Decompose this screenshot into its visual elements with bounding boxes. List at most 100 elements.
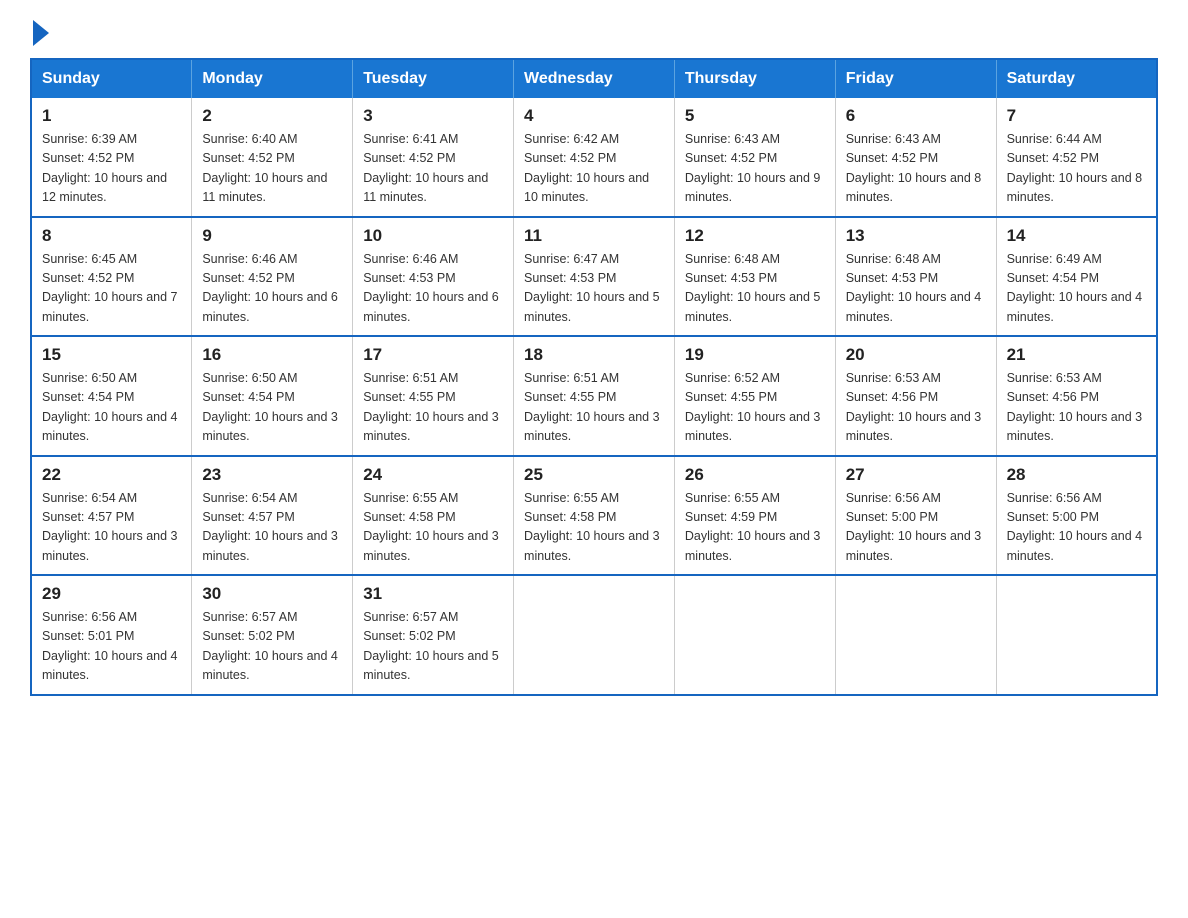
- day-info: Sunrise: 6:52 AMSunset: 4:55 PMDaylight:…: [685, 369, 825, 447]
- header-saturday: Saturday: [996, 59, 1157, 98]
- week-row-3: 15 Sunrise: 6:50 AMSunset: 4:54 PMDayligh…: [31, 336, 1157, 456]
- day-number: 7: [1007, 106, 1146, 126]
- day-number: 25: [524, 465, 664, 485]
- calendar-cell: [835, 575, 996, 695]
- day-number: 19: [685, 345, 825, 365]
- calendar-cell: 2Sunrise: 6:40 AMSunset: 4:52 PMDaylight…: [192, 98, 353, 217]
- calendar-cell: 10 Sunrise: 6:46 AMSunset: 4:53 PMDayligh…: [353, 217, 514, 337]
- day-number: 2: [202, 106, 342, 126]
- header-tuesday: Tuesday: [353, 59, 514, 98]
- day-info: Sunrise: 6:39 AMSunset: 4:52 PMDaylight:…: [42, 130, 181, 208]
- calendar-cell: 3 Sunrise: 6:41 AMSunset: 4:52 PMDaylight…: [353, 98, 514, 217]
- day-number: 29: [42, 584, 181, 604]
- day-number: 30: [202, 584, 342, 604]
- day-info: Sunrise: 6:43 AMSunset: 4:52 PMDaylight:…: [685, 130, 825, 208]
- day-info: Sunrise: 6:46 AMSunset: 4:53 PMDaylight:…: [363, 250, 503, 328]
- calendar-cell: 4 Sunrise: 6:42 AMSunset: 4:52 PMDaylight…: [514, 98, 675, 217]
- day-info: Sunrise: 6:48 AMSunset: 4:53 PMDaylight:…: [846, 250, 986, 328]
- day-info: Sunrise: 6:50 AMSunset: 4:54 PMDaylight:…: [42, 369, 181, 447]
- calendar-cell: 15 Sunrise: 6:50 AMSunset: 4:54 PMDayligh…: [31, 336, 192, 456]
- day-info: Sunrise: 6:54 AMSunset: 4:57 PMDaylight:…: [42, 489, 181, 567]
- calendar-cell: 14 Sunrise: 6:49 AMSunset: 4:54 PMDayligh…: [996, 217, 1157, 337]
- day-info: Sunrise: 6:43 AMSunset: 4:52 PMDaylight:…: [846, 130, 986, 208]
- day-number: 10: [363, 226, 503, 246]
- header-monday: Monday: [192, 59, 353, 98]
- calendar-cell: 19 Sunrise: 6:52 AMSunset: 4:55 PMDayligh…: [674, 336, 835, 456]
- calendar-cell: 11 Sunrise: 6:47 AMSunset: 4:53 PMDayligh…: [514, 217, 675, 337]
- day-number: 18: [524, 345, 664, 365]
- day-info: Sunrise: 6:41 AMSunset: 4:52 PMDaylight:…: [363, 130, 503, 208]
- day-info: Sunrise: 6:53 AMSunset: 4:56 PMDaylight:…: [846, 369, 986, 447]
- calendar-cell: 24 Sunrise: 6:55 AMSunset: 4:58 PMDayligh…: [353, 456, 514, 576]
- calendar-cell: 20 Sunrise: 6:53 AMSunset: 4:56 PMDayligh…: [835, 336, 996, 456]
- page-header: [30, 20, 1158, 42]
- calendar-cell: 9Sunrise: 6:46 AMSunset: 4:52 PMDaylight…: [192, 217, 353, 337]
- day-info: Sunrise: 6:56 AMSunset: 5:01 PMDaylight:…: [42, 608, 181, 686]
- calendar-cell: 1 Sunrise: 6:39 AMSunset: 4:52 PMDaylight…: [31, 98, 192, 217]
- day-info: Sunrise: 6:57 AMSunset: 5:02 PMDaylight:…: [363, 608, 503, 686]
- day-info: Sunrise: 6:56 AMSunset: 5:00 PMDaylight:…: [1007, 489, 1146, 567]
- day-number: 13: [846, 226, 986, 246]
- logo: [30, 20, 49, 42]
- calendar-cell: 28 Sunrise: 6:56 AMSunset: 5:00 PMDayligh…: [996, 456, 1157, 576]
- calendar-cell: 5 Sunrise: 6:43 AMSunset: 4:52 PMDaylight…: [674, 98, 835, 217]
- day-number: 28: [1007, 465, 1146, 485]
- calendar-cell: 12 Sunrise: 6:48 AMSunset: 4:53 PMDayligh…: [674, 217, 835, 337]
- day-info: Sunrise: 6:56 AMSunset: 5:00 PMDaylight:…: [846, 489, 986, 567]
- day-info: Sunrise: 6:55 AMSunset: 4:58 PMDaylight:…: [524, 489, 664, 567]
- day-info: Sunrise: 6:49 AMSunset: 4:54 PMDaylight:…: [1007, 250, 1146, 328]
- day-number: 8: [42, 226, 181, 246]
- day-number: 24: [363, 465, 503, 485]
- calendar-cell: [514, 575, 675, 695]
- calendar-cell: 17Sunrise: 6:51 AMSunset: 4:55 PMDayligh…: [353, 336, 514, 456]
- day-number: 23: [202, 465, 342, 485]
- day-number: 5: [685, 106, 825, 126]
- calendar-cell: 22Sunrise: 6:54 AMSunset: 4:57 PMDayligh…: [31, 456, 192, 576]
- day-number: 21: [1007, 345, 1146, 365]
- day-info: Sunrise: 6:42 AMSunset: 4:52 PMDaylight:…: [524, 130, 664, 208]
- day-info: Sunrise: 6:54 AMSunset: 4:57 PMDaylight:…: [202, 489, 342, 567]
- calendar-cell: 30 Sunrise: 6:57 AMSunset: 5:02 PMDayligh…: [192, 575, 353, 695]
- header-friday: Friday: [835, 59, 996, 98]
- day-number: 11: [524, 226, 664, 246]
- day-number: 31: [363, 584, 503, 604]
- day-number: 20: [846, 345, 986, 365]
- day-number: 27: [846, 465, 986, 485]
- day-info: Sunrise: 6:51 AMSunset: 4:55 PMDaylight:…: [363, 369, 503, 447]
- calendar-cell: [674, 575, 835, 695]
- calendar-table: Sunday Monday Tuesday Wednesday Thursday…: [30, 58, 1158, 696]
- day-info: Sunrise: 6:57 AMSunset: 5:02 PMDaylight:…: [202, 608, 342, 686]
- calendar-cell: 16Sunrise: 6:50 AMSunset: 4:54 PMDayligh…: [192, 336, 353, 456]
- day-info: Sunrise: 6:51 AMSunset: 4:55 PMDaylight:…: [524, 369, 664, 447]
- day-number: 15: [42, 345, 181, 365]
- day-number: 3: [363, 106, 503, 126]
- day-number: 14: [1007, 226, 1146, 246]
- calendar-cell: [996, 575, 1157, 695]
- calendar-cell: 31 Sunrise: 6:57 AMSunset: 5:02 PMDayligh…: [353, 575, 514, 695]
- calendar-cell: 27 Sunrise: 6:56 AMSunset: 5:00 PMDayligh…: [835, 456, 996, 576]
- day-info: Sunrise: 6:55 AMSunset: 4:58 PMDaylight:…: [363, 489, 503, 567]
- day-info: Sunrise: 6:48 AMSunset: 4:53 PMDaylight:…: [685, 250, 825, 328]
- weekday-header-row: Sunday Monday Tuesday Wednesday Thursday…: [31, 59, 1157, 98]
- week-row-2: 8Sunrise: 6:45 AMSunset: 4:52 PMDaylight…: [31, 217, 1157, 337]
- header-thursday: Thursday: [674, 59, 835, 98]
- day-number: 1: [42, 106, 181, 126]
- header-wednesday: Wednesday: [514, 59, 675, 98]
- calendar-cell: 8Sunrise: 6:45 AMSunset: 4:52 PMDaylight…: [31, 217, 192, 337]
- calendar-cell: 18 Sunrise: 6:51 AMSunset: 4:55 PMDayligh…: [514, 336, 675, 456]
- day-info: Sunrise: 6:55 AMSunset: 4:59 PMDaylight:…: [685, 489, 825, 567]
- week-row-4: 22Sunrise: 6:54 AMSunset: 4:57 PMDayligh…: [31, 456, 1157, 576]
- day-info: Sunrise: 6:47 AMSunset: 4:53 PMDaylight:…: [524, 250, 664, 328]
- day-info: Sunrise: 6:46 AMSunset: 4:52 PMDaylight:…: [202, 250, 342, 328]
- calendar-cell: 21 Sunrise: 6:53 AMSunset: 4:56 PMDayligh…: [996, 336, 1157, 456]
- calendar-cell: 7Sunrise: 6:44 AMSunset: 4:52 PMDaylight…: [996, 98, 1157, 217]
- calendar-cell: 25 Sunrise: 6:55 AMSunset: 4:58 PMDayligh…: [514, 456, 675, 576]
- day-number: 26: [685, 465, 825, 485]
- calendar-cell: 6 Sunrise: 6:43 AMSunset: 4:52 PMDaylight…: [835, 98, 996, 217]
- calendar-cell: 29 Sunrise: 6:56 AMSunset: 5:01 PMDayligh…: [31, 575, 192, 695]
- day-number: 4: [524, 106, 664, 126]
- day-number: 6: [846, 106, 986, 126]
- day-number: 12: [685, 226, 825, 246]
- day-info: Sunrise: 6:50 AMSunset: 4:54 PMDaylight:…: [202, 369, 342, 447]
- day-info: Sunrise: 6:53 AMSunset: 4:56 PMDaylight:…: [1007, 369, 1146, 447]
